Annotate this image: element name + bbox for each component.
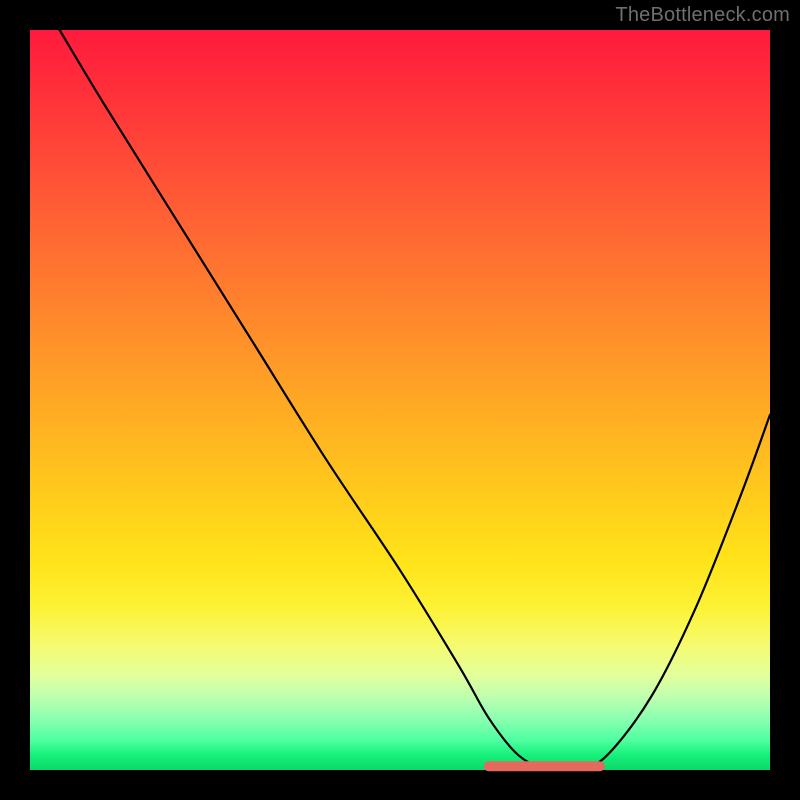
plot-area xyxy=(30,30,770,770)
watermark-text: TheBottleneck.com xyxy=(615,4,790,27)
bottleneck-curve xyxy=(60,30,770,772)
chart-frame: TheBottleneck.com xyxy=(0,0,800,800)
chart-svg xyxy=(30,30,770,770)
